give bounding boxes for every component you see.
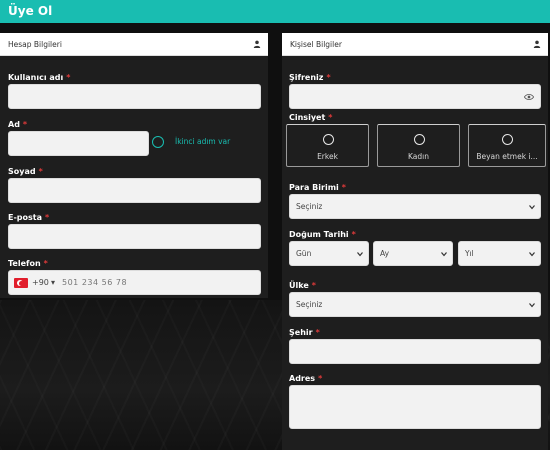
radio-circle[interactable] [322,134,334,145]
birth-year-select[interactable]: Yıl [458,241,541,266]
chevron-down-icon [441,252,447,257]
city-input[interactable] [289,339,541,364]
country-code[interactable]: +90 [32,278,49,287]
country-code-dropdown-icon[interactable]: ▾ [51,278,55,287]
chevron-down-icon [529,205,535,210]
birthdate-label: Doğum Tarihi * [289,230,356,239]
city-label: Şehir * [289,328,320,337]
country-select[interactable]: Seçiniz [289,292,541,317]
account-panel-title: Hesap Bilgileri [8,40,62,49]
page-title: Üye Ol [0,0,550,23]
eye-icon[interactable] [524,93,534,101]
user-icon [253,40,261,48]
radio-circle[interactable] [413,134,425,145]
email-label: E-posta * [8,213,50,222]
currency-label: Para Birimi * [289,183,346,192]
address-textarea[interactable] [289,385,541,429]
personal-panel-header: Kişisel Bilgiler [282,33,548,56]
country-label: Ülke * [289,281,316,290]
password-input[interactable] [289,84,541,109]
phone-placeholder: 501 234 56 78 [62,278,128,287]
chevron-down-icon [529,303,535,308]
second-name-toggle[interactable] [152,136,164,148]
username-input[interactable] [8,84,261,109]
account-panel-header: Hesap Bilgileri [0,33,268,56]
name-input[interactable] [8,131,149,156]
password-label: Şifreniz * [289,73,331,82]
email-input[interactable] [8,224,261,249]
personal-info-panel: Kişisel Bilgiler Şifreniz * Cinsiyet * Erk… [282,33,548,450]
gender-option-female[interactable]: Kadın [377,124,460,167]
turkey-flag-icon [14,278,28,288]
chevron-down-icon [357,252,363,257]
user-icon [533,40,541,48]
address-label: Adres * [289,374,323,383]
phone-input[interactable]: +90 ▾ 501 234 56 78 [8,270,261,295]
chevron-down-icon [529,252,535,257]
account-info-panel: Hesap Bilgileri Kullanıcı adı * Ad * İkinc… [0,33,268,298]
name-label: Ad * [8,120,28,129]
gender-option-unspecified[interactable]: Beyan etmek i... [468,124,546,167]
gender-option-male[interactable]: Erkek [286,124,369,167]
surname-input[interactable] [8,178,261,203]
username-label: Kullanıcı adı * [8,73,71,82]
phone-label: Telefon * [8,259,48,268]
gender-label: Cinsiyet * [289,113,333,122]
radio-circle[interactable] [502,134,513,145]
second-name-label[interactable]: İkinci adım var [175,137,230,146]
personal-panel-title: Kişisel Bilgiler [290,40,342,49]
currency-select[interactable]: Seçiniz [289,194,541,219]
surname-label: Soyad * [8,167,43,176]
birth-day-select[interactable]: Gün [289,241,369,266]
birth-month-select[interactable]: Ay [373,241,453,266]
